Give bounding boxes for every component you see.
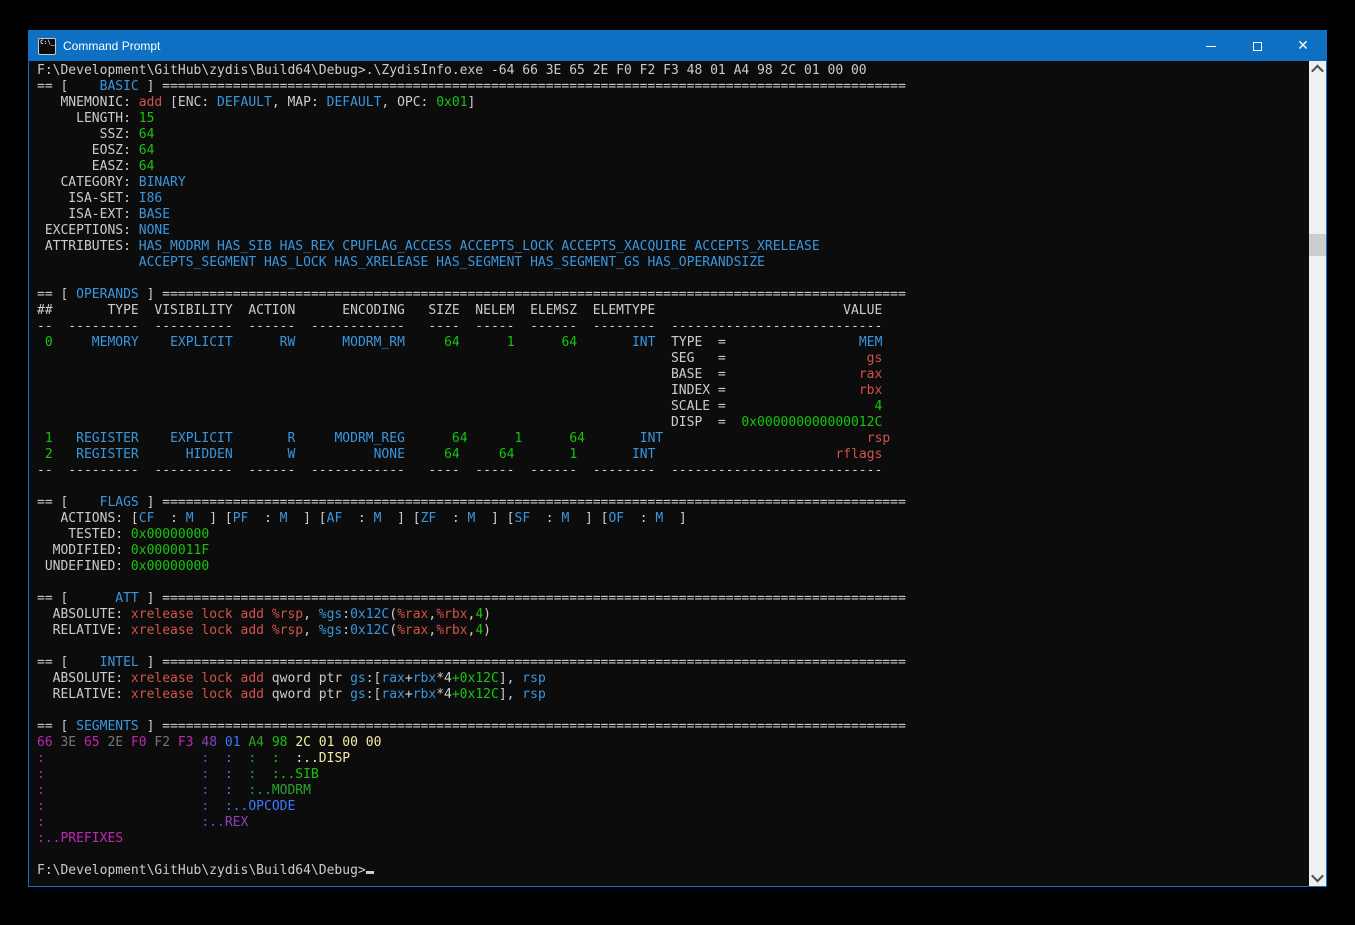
terminal-line: == [ BASIC ] ===========================… bbox=[37, 79, 1309, 95]
terminal-line: SSZ: 64 bbox=[37, 127, 1309, 143]
terminal-line bbox=[37, 639, 1309, 655]
terminal-line: : : : : :..SIB bbox=[37, 767, 1309, 783]
terminal-line: ABSOLUTE: xrelease lock add qword ptr gs… bbox=[37, 671, 1309, 687]
window-controls: ✕ bbox=[1188, 31, 1326, 61]
terminal-line: RELATIVE: xrelease lock add qword ptr gs… bbox=[37, 687, 1309, 703]
terminal-line: -- --------- ---------- ------ ---------… bbox=[37, 319, 1309, 335]
terminal-line: : : :..OPCODE bbox=[37, 799, 1309, 815]
terminal-line: MNEMONIC: add [ENC: DEFAULT, MAP: DEFAUL… bbox=[37, 95, 1309, 111]
terminal-line: RELATIVE: xrelease lock add %rsp, %gs:0x… bbox=[37, 623, 1309, 639]
terminal-line: ACCEPTS_SEGMENT HAS_LOCK HAS_XRELEASE HA… bbox=[37, 255, 1309, 271]
terminal-line: MODIFIED: 0x0000011F bbox=[37, 543, 1309, 559]
terminal-line: INDEX = rbx bbox=[37, 383, 1309, 399]
terminal-line: EXCEPTIONS: NONE bbox=[37, 223, 1309, 239]
terminal-line: LENGTH: 15 bbox=[37, 111, 1309, 127]
terminal-line: ISA-SET: I86 bbox=[37, 191, 1309, 207]
terminal-line: -- --------- ---------- ------ ---------… bbox=[37, 463, 1309, 479]
terminal-line: UNDEFINED: 0x00000000 bbox=[37, 559, 1309, 575]
cmd-icon bbox=[38, 38, 56, 55]
terminal-line bbox=[37, 271, 1309, 287]
titlebar[interactable]: Command Prompt ✕ bbox=[29, 31, 1326, 61]
terminal-line: ABSOLUTE: xrelease lock add %rsp, %gs:0x… bbox=[37, 607, 1309, 623]
terminal-line: 0 MEMORY EXPLICIT RW MODRM_RM 64 1 64 IN… bbox=[37, 335, 1309, 351]
terminal-line: : : : :..MODRM bbox=[37, 783, 1309, 799]
terminal-line: BASE = rax bbox=[37, 367, 1309, 383]
terminal-line: ISA-EXT: BASE bbox=[37, 207, 1309, 223]
terminal-line: ACTIONS: [CF : M ] [PF : M ] [AF : M ] [… bbox=[37, 511, 1309, 527]
maximize-icon bbox=[1253, 42, 1262, 51]
minimize-button[interactable] bbox=[1188, 31, 1234, 61]
terminal-line: EASZ: 64 bbox=[37, 159, 1309, 175]
scroll-down-button[interactable] bbox=[1309, 869, 1326, 886]
terminal-line: TESTED: 0x00000000 bbox=[37, 527, 1309, 543]
scroll-up-button[interactable] bbox=[1309, 61, 1326, 78]
terminal-line: :..PREFIXES bbox=[37, 831, 1309, 847]
terminal-line: : : : : : :..DISP bbox=[37, 751, 1309, 767]
terminal-line: CATEGORY: BINARY bbox=[37, 175, 1309, 191]
terminal-line: SCALE = 4 bbox=[37, 399, 1309, 415]
maximize-button[interactable] bbox=[1234, 31, 1280, 61]
scrollbar-thumb[interactable] bbox=[1309, 234, 1326, 256]
scroll-up-icon bbox=[1311, 65, 1324, 78]
terminal-line: F:\Development\GitHub\zydis\Build64\Debu… bbox=[37, 63, 1309, 79]
terminal-line: ## TYPE VISIBILITY ACTION ENCODING SIZE … bbox=[37, 303, 1309, 319]
terminal-line: 66 3E 65 2E F0 F2 F3 48 01 A4 98 2C 01 0… bbox=[37, 735, 1309, 751]
terminal-line: 2 REGISTER HIDDEN W NONE 64 64 1 INT rfl… bbox=[37, 447, 1309, 463]
terminal-line: == [ OPERANDS ] ========================… bbox=[37, 287, 1309, 303]
terminal-line bbox=[37, 703, 1309, 719]
close-button[interactable]: ✕ bbox=[1280, 31, 1326, 61]
terminal-line: == [ ATT ] =============================… bbox=[37, 591, 1309, 607]
window-title: Command Prompt bbox=[63, 39, 160, 53]
scrollbar[interactable] bbox=[1309, 61, 1326, 886]
terminal-line: SEG = gs bbox=[37, 351, 1309, 367]
terminal-line: EOSZ: 64 bbox=[37, 143, 1309, 159]
command-prompt-window: Command Prompt ✕ F:\Development\GitHub\z… bbox=[28, 30, 1327, 887]
terminal-line: == [ FLAGS ] ===========================… bbox=[37, 495, 1309, 511]
scroll-down-icon bbox=[1311, 870, 1324, 883]
text-cursor bbox=[366, 871, 374, 874]
terminal-line: 1 REGISTER EXPLICIT R MODRM_REG 64 1 64 … bbox=[37, 431, 1309, 447]
terminal-line: F:\Development\GitHub\zydis\Build64\Debu… bbox=[37, 863, 1309, 879]
terminal-output[interactable]: F:\Development\GitHub\zydis\Build64\Debu… bbox=[29, 61, 1309, 886]
terminal-line bbox=[37, 575, 1309, 591]
terminal-line: ATTRIBUTES: HAS_MODRM HAS_SIB HAS_REX CP… bbox=[37, 239, 1309, 255]
minimize-icon bbox=[1206, 46, 1216, 47]
terminal-line: == [ SEGMENTS ] ========================… bbox=[37, 719, 1309, 735]
close-icon: ✕ bbox=[1297, 39, 1309, 53]
terminal-line bbox=[37, 479, 1309, 495]
terminal-line bbox=[37, 847, 1309, 863]
terminal-line: : :..REX bbox=[37, 815, 1309, 831]
terminal-line: == [ INTEL ] ===========================… bbox=[37, 655, 1309, 671]
terminal-line: DISP = 0x000000000000012C bbox=[37, 415, 1309, 431]
